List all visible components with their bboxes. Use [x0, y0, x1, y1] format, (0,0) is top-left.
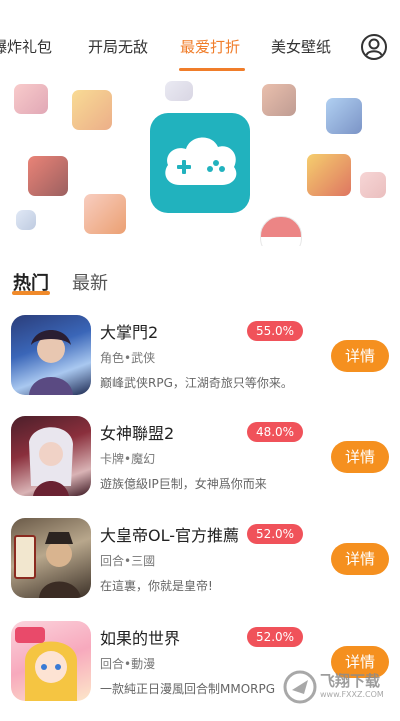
game-thumbnail: [16, 210, 36, 230]
game-thumbnail: [72, 90, 112, 130]
details-button[interactable]: 详情: [331, 441, 389, 473]
discount-badge: 55.0%: [247, 321, 303, 341]
game-thumbnail: [360, 172, 386, 198]
discount-badge: 52.0%: [247, 627, 303, 647]
game-thumbnail: [262, 84, 296, 116]
app-logo: [150, 113, 250, 213]
top-tab-bar: 爆炸礼包 开局无敌 最爱打折 美女壁纸: [0, 0, 400, 76]
game-icon: [11, 621, 91, 701]
game-description: 一款純正日漫風回合制MMORPG: [100, 682, 276, 696]
tab-gift-pack[interactable]: 爆炸礼包: [0, 36, 52, 57]
game-thumbnail: [165, 81, 193, 101]
pokeball-thumbnail: [260, 216, 302, 246]
game-thumbnail: [326, 98, 362, 134]
active-tab-indicator: [179, 68, 245, 71]
game-description: 遊族億級IP巨制，女神爲你而来: [100, 477, 267, 491]
cloud-gamepad-icon: [165, 137, 237, 185]
game-name: 大掌門2: [100, 323, 159, 342]
section-tab-indicator: [12, 291, 50, 295]
list-item[interactable]: 大皇帝OL-官方推薦 52.0% 回合•三國 在這裏，你就是皇帝! 详情: [0, 518, 400, 618]
game-thumbnail: [84, 194, 126, 234]
game-tags: 回合•三國: [100, 554, 156, 568]
tab-wallpapers[interactable]: 美女壁纸: [271, 36, 331, 57]
game-icon: [11, 518, 91, 598]
banner: [0, 76, 400, 246]
list-item[interactable]: 大掌門2 55.0% 角色•武侠 巅峰武侠RPG，江湖奇旅只等你来。 详情: [0, 315, 400, 415]
site-watermark: 飞翔下载 www.FXXZ.COM: [282, 668, 397, 706]
game-name: 大皇帝OL-官方推薦: [100, 526, 240, 545]
list-item[interactable]: 女神聯盟2 48.0% 卡牌•魔幻 遊族億級IP巨制，女神爲你而来 详情: [0, 416, 400, 516]
section-tab-new[interactable]: 最新: [72, 269, 108, 295]
tab-favorite-discount[interactable]: 最爱打折: [180, 36, 240, 57]
watermark-text: 飞翔下载: [320, 672, 381, 690]
game-icon: [11, 315, 91, 395]
tab-invincible[interactable]: 开局无敌: [88, 36, 148, 57]
watermark-url: www.FXXZ.COM: [320, 690, 384, 699]
discount-badge: 48.0%: [247, 422, 303, 442]
game-thumbnail: [307, 154, 351, 196]
game-thumbnail: [28, 156, 68, 196]
game-tags: 卡牌•魔幻: [100, 452, 156, 466]
game-name: 如果的世界: [100, 629, 181, 648]
details-button[interactable]: 详情: [331, 543, 389, 575]
game-tags: 回合•動漫: [100, 657, 156, 671]
game-description: 在這裏，你就是皇帝!: [100, 579, 213, 593]
user-profile-icon[interactable]: [361, 34, 387, 60]
discount-badge: 52.0%: [247, 524, 303, 544]
game-tags: 角色•武侠: [100, 351, 156, 365]
game-name: 女神聯盟2: [100, 424, 175, 443]
details-button[interactable]: 详情: [331, 340, 389, 372]
game-description: 巅峰武侠RPG，江湖奇旅只等你来。: [100, 376, 293, 390]
game-icon: [11, 416, 91, 496]
game-thumbnail: [14, 84, 48, 114]
